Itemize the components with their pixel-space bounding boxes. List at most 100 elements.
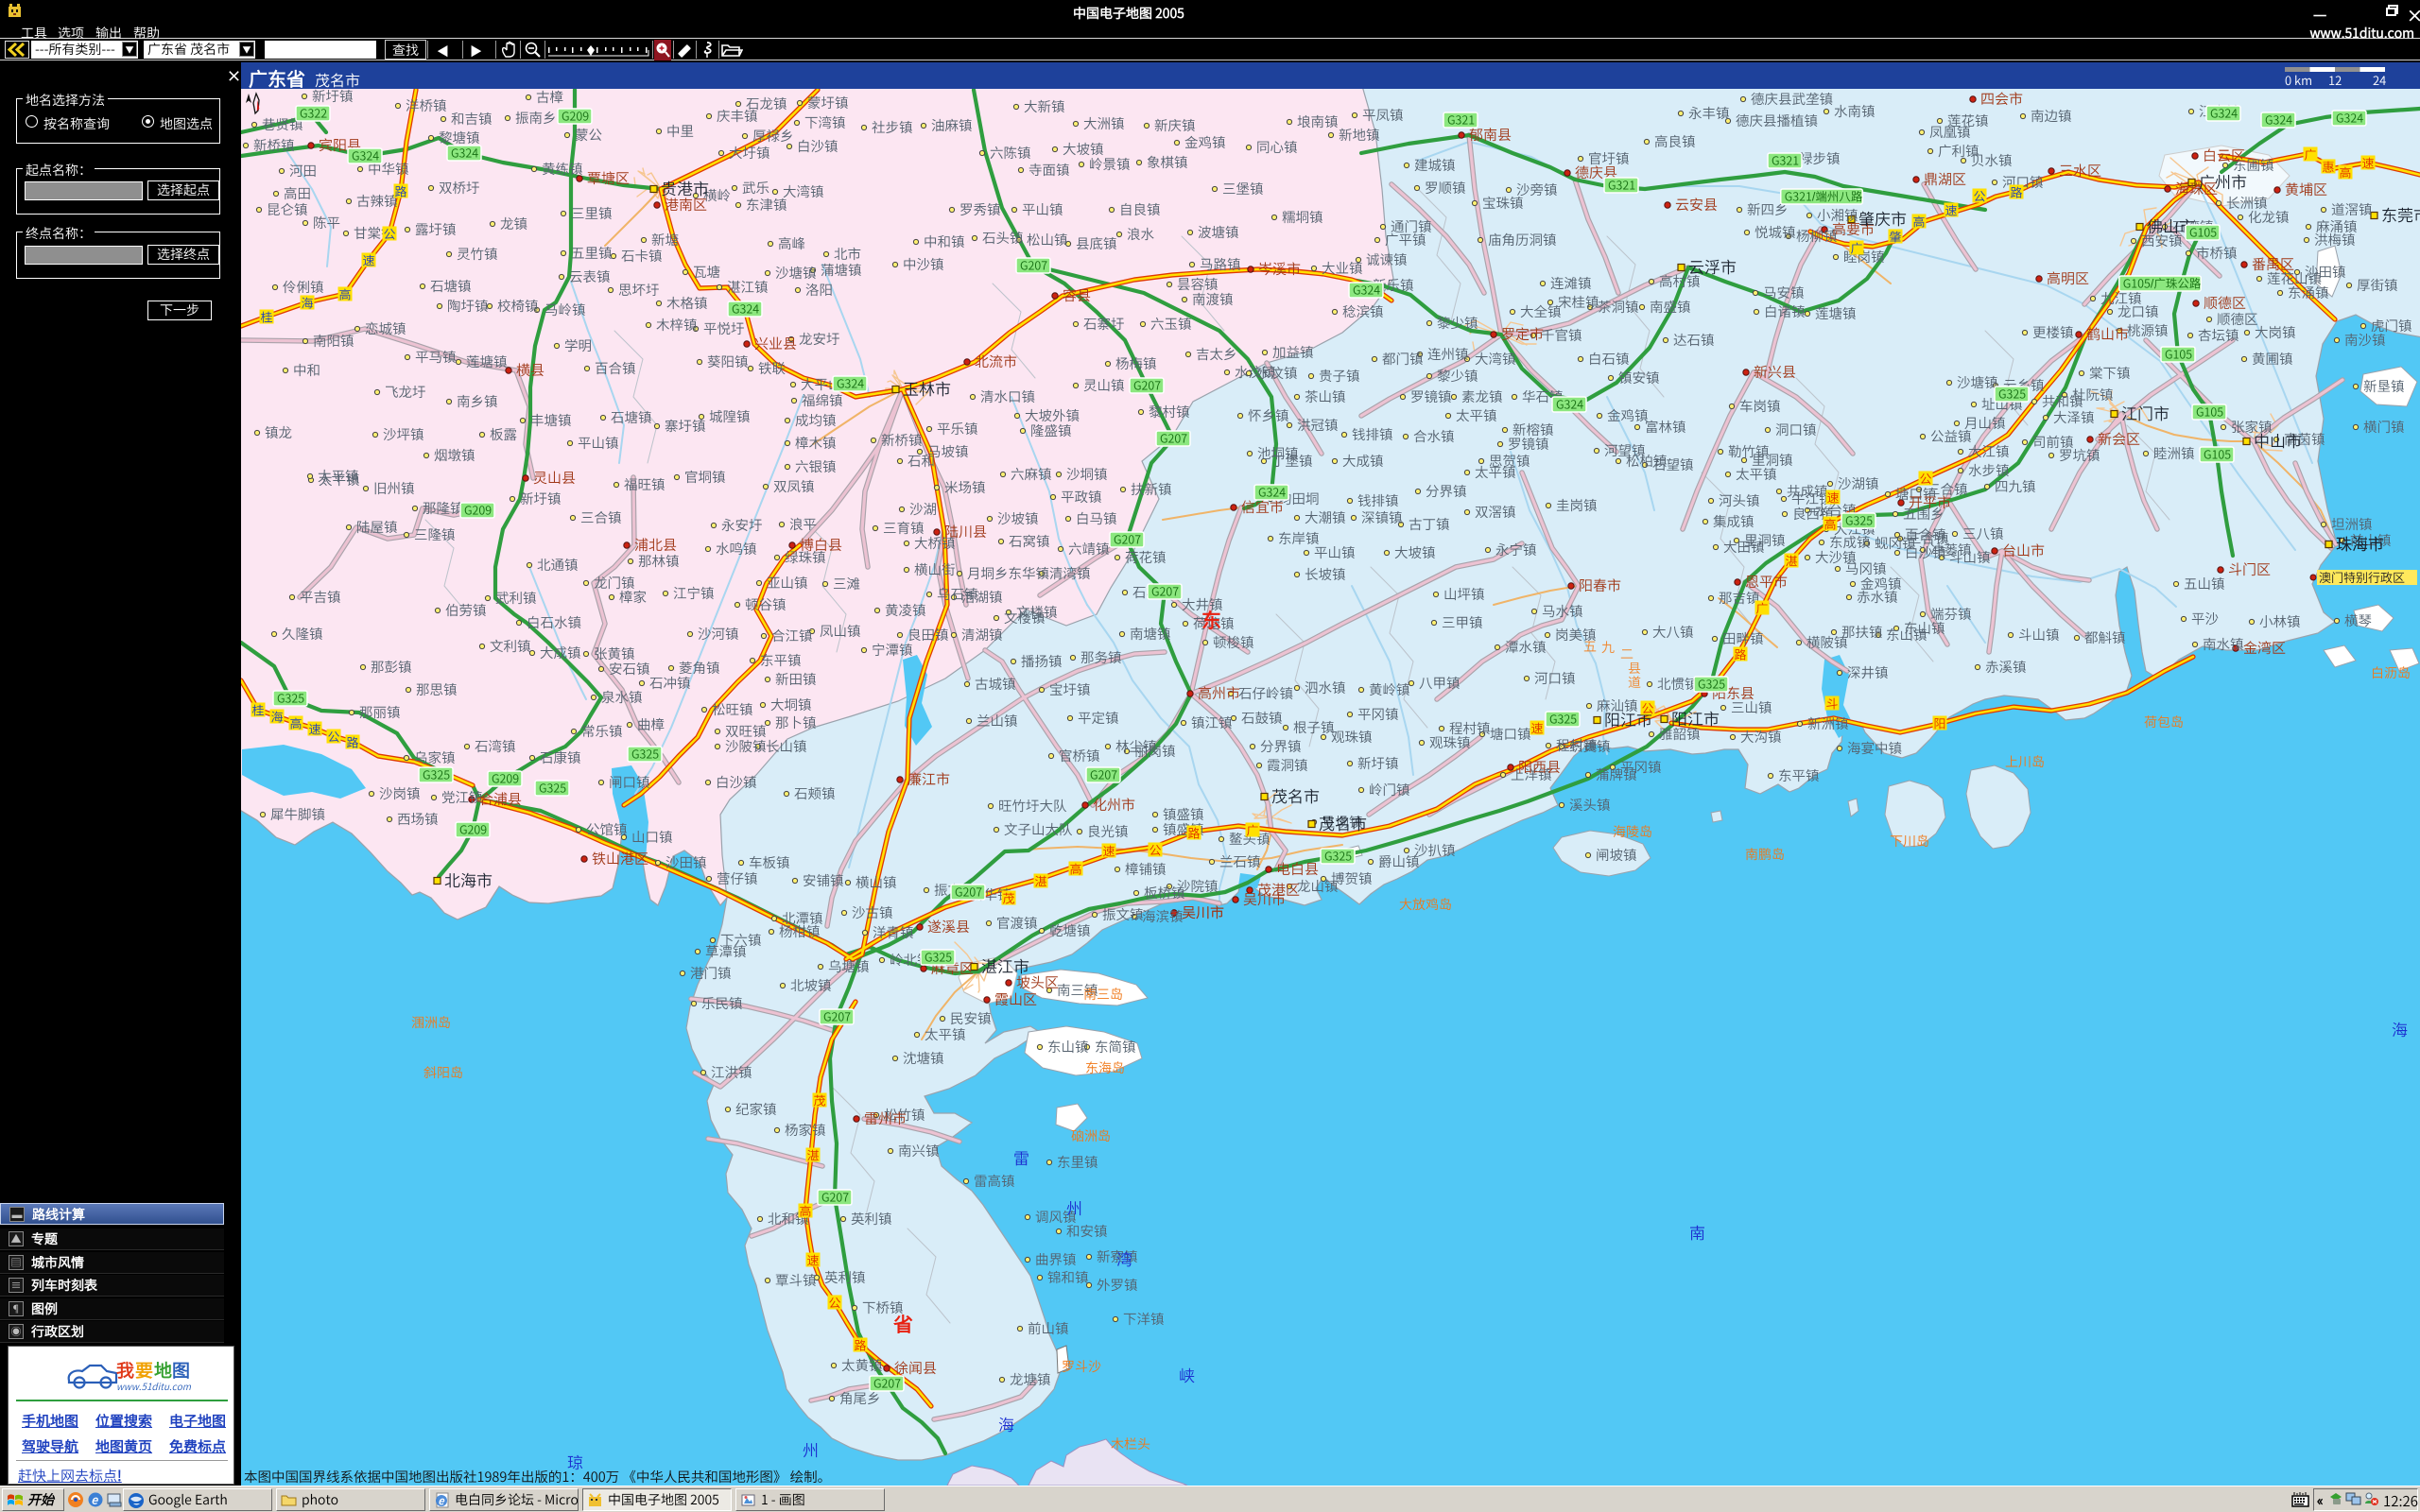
svg-text:织篢镇: 织篢镇 (1569, 736, 1611, 756)
svg-text:霞山区: 霞山区 (994, 989, 1037, 1009)
svg-text:速: 速 (2362, 154, 2375, 172)
svg-text:本图中国国界线系依据中国地图出版社1989年出版的1：400: 本图中国国界线系依据中国地图出版社1989年出版的1：400万 《中华人民共和国… (244, 1467, 831, 1486)
svg-text:公: 公 (1642, 699, 1654, 717)
svg-text:大坡镇: 大坡镇 (1394, 542, 1436, 562)
svg-text:思坏圩: 思坏圩 (618, 280, 660, 300)
svg-text:浪平: 浪平 (789, 514, 817, 534)
svg-text:G324: G324 (2210, 104, 2238, 122)
svg-text:罗镜镇: 罗镜镇 (1410, 387, 1452, 406)
svg-text:东简镇: 东简镇 (1095, 1037, 1136, 1057)
svg-text:铁联: 铁联 (758, 358, 786, 378)
svg-text:营仔镇: 营仔镇 (717, 868, 758, 888)
svg-text:新桥镇: 新桥镇 (881, 430, 923, 450)
svg-text:达石镇: 达石镇 (1673, 330, 1715, 350)
svg-text:顺德区: 顺德区 (2204, 293, 2246, 313)
svg-text:沙湖镇: 沙湖镇 (1838, 473, 1879, 493)
svg-text:龙镇: 龙镇 (500, 214, 527, 233)
svg-text:同心镇: 同心镇 (1256, 137, 1298, 157)
svg-text:水南镇: 水南镇 (1834, 101, 1876, 121)
svg-text:洪梅镇: 洪梅镇 (2314, 230, 2356, 249)
svg-text:溪头镇: 溪头镇 (1569, 795, 1611, 815)
svg-text:公: 公 (1974, 187, 1986, 205)
svg-text:新会区: 新会区 (2098, 429, 2140, 449)
svg-text:宝圩镇: 宝圩镇 (1049, 679, 1091, 699)
svg-text:永安圩: 永安圩 (721, 515, 763, 535)
svg-text:斜阳岛: 斜阳岛 (424, 1063, 463, 1082)
svg-text:亚山镇: 亚山镇 (767, 573, 808, 593)
svg-text:吉太乡: 吉太乡 (1196, 344, 1237, 364)
svg-text:富林镇: 富林镇 (1645, 417, 1686, 437)
svg-text:G325: G325 (1324, 847, 1352, 865)
svg-text:贝水镇: 贝水镇 (1971, 150, 2013, 170)
svg-text:北坡镇: 北坡镇 (790, 975, 832, 995)
svg-text:端芬镇: 端芬镇 (1930, 604, 1972, 624)
svg-text:G209: G209 (492, 769, 519, 787)
svg-text:G207: G207 (1151, 582, 1179, 600)
svg-text:松山镇: 松山镇 (1027, 230, 1068, 249)
svg-text:振文镇: 振文镇 (1102, 904, 1144, 924)
svg-text:新兴县: 新兴县 (1754, 362, 1796, 382)
svg-text:白云区: 白云区 (2203, 146, 2245, 165)
svg-text:丰塘镇: 丰塘镇 (530, 410, 572, 430)
svg-text:海: 海 (271, 708, 284, 726)
svg-text:圭岗镇: 圭岗镇 (1556, 495, 1598, 515)
svg-text:沙河镇: 沙河镇 (698, 624, 739, 644)
svg-text:龙安圩: 龙安圩 (799, 329, 840, 349)
svg-text:百合镇: 百合镇 (595, 358, 636, 378)
svg-text:五里镇: 五里镇 (571, 243, 613, 263)
svg-text:下湾镇: 下湾镇 (804, 112, 846, 132)
svg-text:茶洞镇: 茶洞镇 (1598, 297, 1639, 317)
svg-text:塘口镇: 塘口镇 (1490, 724, 1531, 744)
svg-text:太黄镇: 太黄镇 (841, 1355, 883, 1375)
svg-text:庙角历洞镇: 庙角历洞镇 (1488, 230, 1557, 249)
svg-text:沙院镇: 沙院镇 (1177, 876, 1219, 896)
svg-text:贵子镇: 贵子镇 (1319, 366, 1360, 386)
svg-text:陶圩镇: 陶圩镇 (447, 296, 489, 316)
svg-text:露圩镇: 露圩镇 (415, 219, 457, 239)
svg-text:南阳镇: 南阳镇 (313, 331, 354, 351)
svg-text:石湾镇: 石湾镇 (475, 736, 516, 756)
svg-text:新塘: 新塘 (651, 230, 679, 249)
svg-text:南: 南 (1689, 1220, 1705, 1244)
svg-text:公: 公 (829, 1294, 841, 1312)
svg-text:三甲镇: 三甲镇 (1442, 612, 1483, 632)
svg-text:G324: G324 (1353, 281, 1380, 299)
svg-text:G207: G207 (1020, 256, 1047, 274)
svg-text:米场镇: 米场镇 (944, 477, 986, 497)
svg-text:县底镇: 县底镇 (1076, 233, 1117, 253)
svg-text:南沙镇: 南沙镇 (2344, 330, 2386, 350)
svg-text:陆川县: 陆川县 (944, 522, 987, 541)
svg-text:兰山镇: 兰山镇 (977, 711, 1018, 730)
svg-text:沙塘镇: 沙塘镇 (1957, 372, 1998, 392)
svg-text:G325: G325 (1698, 675, 1725, 693)
svg-text:峡: 峡 (1179, 1363, 1195, 1386)
svg-text:那卜镇: 那卜镇 (775, 713, 817, 732)
svg-text:路: 路 (1188, 824, 1201, 842)
svg-text:大放鸡岛: 大放鸡岛 (1399, 895, 1452, 914)
svg-text:湛: 湛 (807, 1146, 820, 1164)
svg-text:潭水镇: 潭水镇 (1505, 637, 1547, 657)
svg-text:金鸡镇: 金鸡镇 (1607, 405, 1649, 425)
svg-text:洋青镇: 洋青镇 (873, 922, 914, 942)
svg-text:G325: G325 (277, 689, 304, 707)
svg-text:茂: 茂 (814, 1091, 826, 1109)
svg-text:北潭镇: 北潭镇 (782, 908, 823, 928)
svg-text:速: 速 (1103, 842, 1115, 860)
svg-text:顿梭镇: 顿梭镇 (1213, 632, 1254, 652)
svg-text:马水镇: 马水镇 (1542, 601, 1583, 621)
svg-text:南乡镇: 南乡镇 (457, 391, 498, 411)
svg-text:久隆镇: 久隆镇 (282, 624, 323, 644)
svg-text:大岗镇: 大岗镇 (2255, 322, 2296, 342)
svg-text:岭门镇: 岭门镇 (1369, 780, 1410, 799)
svg-text:横山镇: 横山镇 (856, 872, 897, 892)
svg-text:那思镇: 那思镇 (416, 679, 458, 699)
svg-text:沙坪镇: 沙坪镇 (383, 424, 424, 444)
svg-text:曲樟: 曲樟 (637, 714, 665, 734)
svg-text:程村镇: 程村镇 (1449, 718, 1491, 738)
svg-text:沙田镇: 沙田镇 (666, 852, 707, 872)
svg-text:南盛镇: 南盛镇 (1650, 297, 1691, 317)
svg-text:乾塘镇: 乾塘镇 (1049, 920, 1091, 940)
svg-text:那隆镇: 那隆镇 (423, 498, 464, 518)
svg-text:清湾镇: 清湾镇 (1049, 563, 1091, 583)
svg-text:罗定市: 罗定市 (1501, 324, 1544, 344)
